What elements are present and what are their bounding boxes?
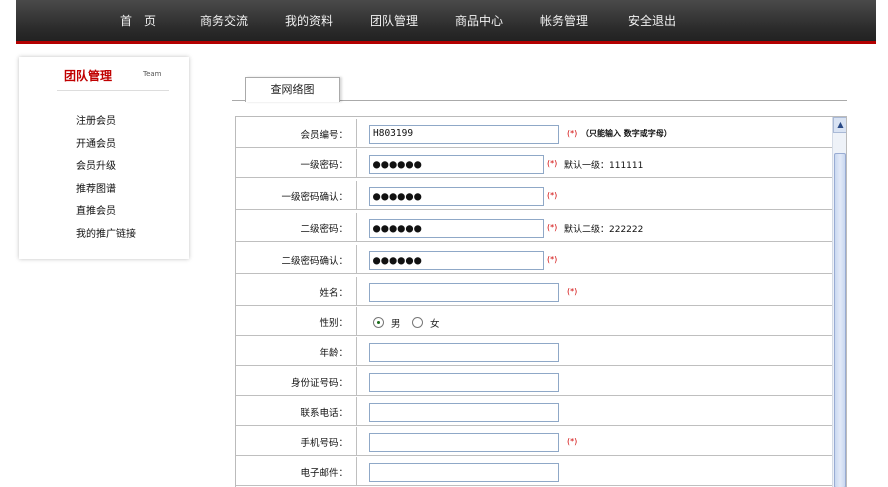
row-age: 年龄： [236,337,832,366]
gender-male-radio[interactable] [373,317,384,328]
email-input[interactable] [369,463,559,482]
row-mobile: 手机号码： (*) [236,427,832,456]
nav-logout[interactable]: 安全退出 [628,12,676,29]
sidebar-title: 团队管理 [64,69,113,83]
sidebar-menu: 注册会员 开通会员 会员升级 推荐图谱 直推会员 我的推广链接 [76,111,136,246]
required-mark: (*) [547,255,558,264]
scroll-up-arrow-icon[interactable]: ▲ [833,117,846,133]
name-input[interactable] [369,283,559,302]
nav-accounts[interactable]: 帐务管理 [540,12,588,29]
row-pwd2: 二级密码： ●●●●●● (*) 默认二级：222222 [236,213,832,242]
pwd1-confirm-label: 一级密码确认： [281,192,348,203]
nav-products[interactable]: 商品中心 [455,12,503,29]
pwd1-label: 一级密码： [300,160,348,171]
pwd1-confirm-input[interactable]: ●●●●●● [369,187,544,206]
member-id-input[interactable]: H803199 [369,125,559,144]
gender-male-label: 男 [391,319,401,330]
member-id-note: （只能输入 数字或字母） [581,129,672,138]
scroll-thumb[interactable] [834,153,846,487]
member-id-label: 会员编号： [300,130,348,141]
pwd2-hint: 默认二级：222222 [564,225,644,235]
sidebar-item-referral-map[interactable]: 推荐图谱 [76,179,136,202]
pwd1-input[interactable]: ●●●●●● [369,155,544,174]
pwd2-label: 二级密码： [300,224,348,235]
sidebar-item-upgrade[interactable]: 会员升级 [76,156,136,179]
mobile-input[interactable] [369,433,559,452]
sidebar: 团队管理 Team 注册会员 开通会员 会员升级 推荐图谱 直推会员 我的推广链… [19,57,189,259]
required-mark: (*) [547,159,558,168]
required-mark: (*) [567,287,578,296]
row-gender: 性别： 男 女 [236,307,832,336]
sidebar-item-direct-members[interactable]: 直推会员 [76,201,136,224]
phone-label: 联系电话： [300,408,348,419]
age-label: 年龄： [319,348,348,359]
pwd2-confirm-label: 二级密码确认： [281,256,348,267]
row-pwd1-confirm: 一级密码确认： ●●●●●● (*) [236,181,832,210]
mobile-label: 手机号码： [300,438,348,449]
sidebar-divider [57,90,169,91]
required-mark: (*) [547,191,558,200]
sidebar-item-promo-link[interactable]: 我的推广链接 [76,224,136,247]
top-nav: 首 页 商务交流 我的资料 团队管理 商品中心 帐务管理 安全退出 [16,0,876,44]
row-name: 姓名： (*) [236,277,832,306]
gender-label: 性别： [319,318,348,329]
sidebar-item-activate[interactable]: 开通会员 [76,134,136,157]
name-label: 姓名： [319,288,348,299]
nav-team[interactable]: 团队管理 [370,12,418,29]
sidebar-item-register[interactable]: 注册会员 [76,111,136,134]
idcard-input[interactable] [369,373,559,392]
form-scrollbar[interactable]: ▲ [832,117,846,487]
sidebar-title-en: Team [143,70,162,78]
nav-business[interactable]: 商务交流 [200,12,248,29]
registration-form: 会员编号： H803199 (*) （只能输入 数字或字母） 一级密码： ●●●… [235,116,847,487]
row-pwd2-confirm: 二级密码确认： ●●●●●● (*) [236,245,832,274]
required-mark: (*) [567,129,578,138]
email-label: 电子邮件： [300,468,348,479]
gender-female-radio[interactable] [412,317,423,328]
tab-network-chart[interactable]: 查网络图 [245,77,340,102]
age-input[interactable] [369,343,559,362]
nav-home[interactable]: 首 页 [120,12,156,29]
row-phone: 联系电话： [236,397,832,426]
phone-input[interactable] [369,403,559,422]
required-mark: (*) [567,437,578,446]
pwd2-input[interactable]: ●●●●●● [369,219,544,238]
pwd1-hint: 默认一级：111111 [564,161,644,171]
idcard-label: 身份证号码： [290,378,348,389]
row-email: 电子邮件： [236,457,832,486]
row-pwd1: 一级密码： ●●●●●● (*) 默认一级：111111 [236,149,832,178]
pwd2-confirm-input[interactable]: ●●●●●● [369,251,544,270]
gender-female-label: 女 [430,319,440,330]
required-mark: (*) [547,223,558,232]
row-idcard: 身份证号码： [236,367,832,396]
nav-profile[interactable]: 我的资料 [285,12,333,29]
row-member-id: 会员编号： H803199 (*) （只能输入 数字或字母） [236,119,832,148]
